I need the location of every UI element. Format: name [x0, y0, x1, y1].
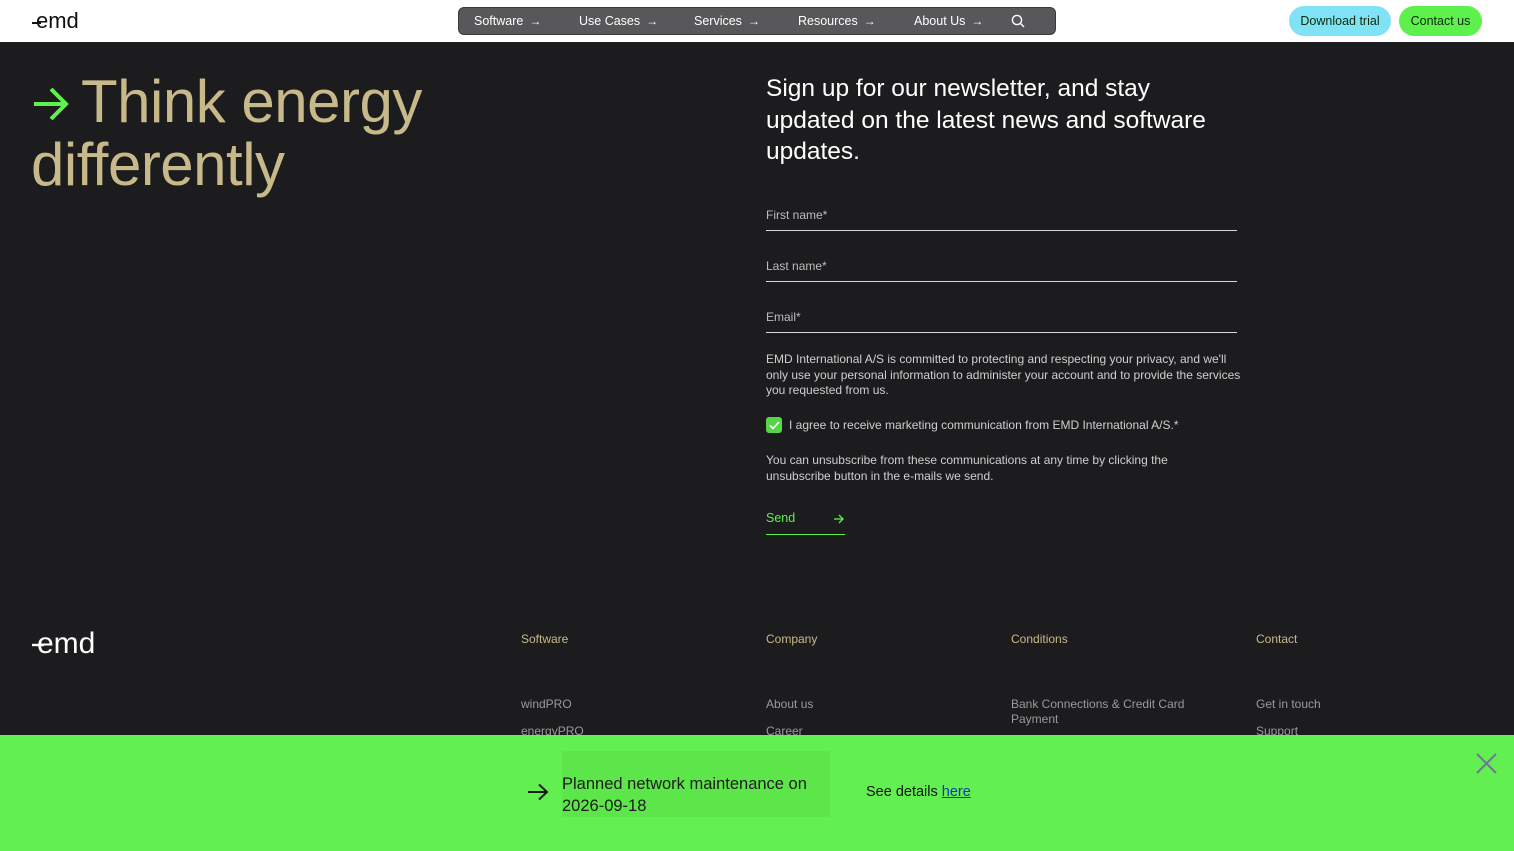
privacy-notice: EMD International A/S is committed to pr… — [766, 352, 1241, 397]
email-field — [766, 306, 1237, 333]
close-icon[interactable] — [1474, 751, 1499, 776]
nav-label: Resources — [798, 14, 858, 28]
emd-logo[interactable]: emd — [32, 9, 90, 33]
arrow-right-icon — [834, 514, 844, 524]
arrow-right-icon: → — [747, 14, 760, 28]
nav-services[interactable]: Services → — [694, 14, 760, 28]
details-prefix: See details — [866, 784, 938, 800]
hero-line-1: Think energy — [81, 68, 422, 135]
nav-label: Services — [694, 14, 742, 28]
check-icon — [768, 420, 780, 430]
nav-label: Use Cases — [579, 14, 641, 28]
footer-heading-contact: Contact — [1256, 632, 1298, 646]
site-header: emd Software → Use Cases → Services → Resou… — [0, 0, 1514, 42]
footer-link-get-in-touch[interactable]: Get in touch — [1256, 697, 1321, 712]
nav-label: About Us — [914, 14, 966, 28]
logo-text: emd — [37, 628, 95, 658]
footer-heading-conditions: Conditions — [1011, 632, 1068, 646]
details-link[interactable]: here — [942, 784, 971, 800]
logo-text: emd — [36, 10, 79, 32]
footer-link-windpro[interactable]: windPRO — [521, 697, 572, 712]
arrow-right-icon: → — [863, 14, 876, 28]
emd-logo-icon: emd — [32, 627, 95, 660]
nav-label: Software — [474, 14, 524, 28]
newsletter-heading: Sign up for our newsletter, and stay upd… — [766, 75, 1206, 165]
consent-label: I agree to receive marketing communicati… — [789, 418, 1179, 432]
arrow-right-icon: → — [971, 14, 984, 28]
consent-row: I agree to receive marketing communicati… — [766, 417, 1179, 433]
footer-heading-company: Company — [766, 632, 818, 646]
contact-us-button[interactable]: Contact us — [1399, 6, 1482, 36]
footer-link-bank-connections[interactable]: Bank Connections & Credit Card Payment — [1011, 697, 1201, 727]
hero-line-2: differently — [31, 131, 285, 198]
maintenance-message: Planned network maintenance on 2026-09-1… — [562, 775, 807, 815]
send-button[interactable]: Send — [766, 511, 845, 535]
consent-checkbox[interactable] — [766, 417, 782, 433]
last-name-input[interactable] — [766, 259, 1237, 273]
footer-logo[interactable]: emd — [32, 627, 110, 663]
arrow-right-icon: → — [529, 14, 542, 28]
nav-use-cases[interactable]: Use Cases → — [579, 14, 658, 28]
nav-resources[interactable]: Resources → — [798, 14, 876, 28]
email-input[interactable] — [766, 310, 1237, 324]
download-trial-button[interactable]: Download trial — [1289, 6, 1391, 36]
first-name-input[interactable] — [766, 208, 1237, 222]
nav-about-us[interactable]: About Us → — [914, 14, 983, 28]
arrow-right-icon — [528, 783, 549, 801]
last-name-field — [766, 255, 1237, 282]
first-name-field — [766, 204, 1237, 231]
send-label: Send — [766, 511, 796, 525]
arrow-right-icon: → — [646, 14, 659, 28]
emd-logo-icon: emd — [32, 10, 79, 32]
nav-software[interactable]: Software → — [474, 14, 541, 28]
search-icon[interactable] — [1011, 14, 1025, 28]
unsubscribe-note: You can unsubscribe from these communica… — [766, 453, 1168, 483]
main-nav: Software → Use Cases → Services → Resources… — [458, 7, 1056, 35]
footer-heading-software: Software — [521, 632, 569, 646]
details-text: See details here — [866, 784, 971, 800]
maintenance-banner: Planned network maintenance on 2026-09-1… — [0, 735, 1514, 851]
hero-title: Think energy differently — [31, 70, 422, 196]
footer-link-about-us[interactable]: About us — [766, 697, 813, 712]
